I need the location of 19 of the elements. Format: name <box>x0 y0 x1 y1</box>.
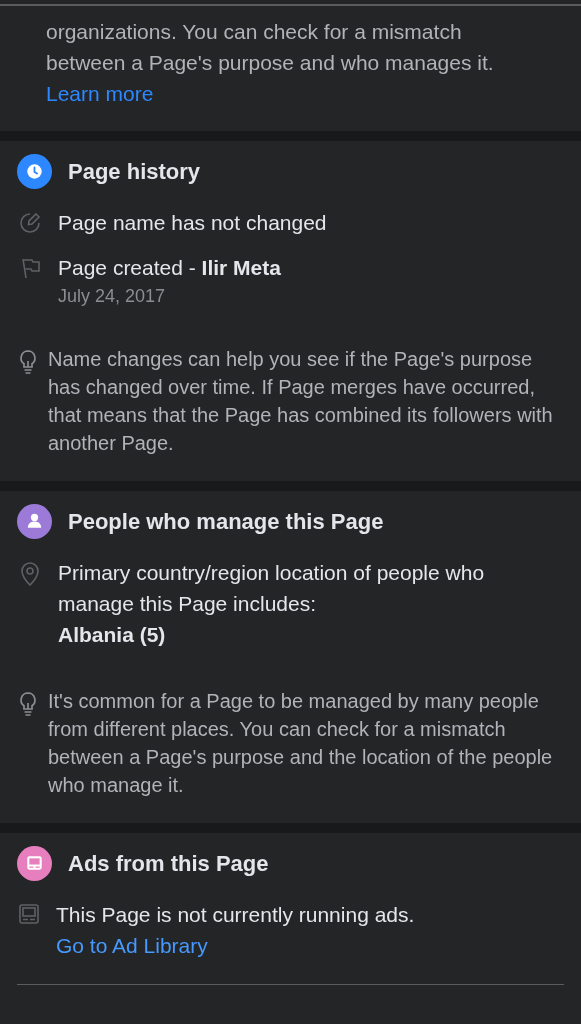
tip-text: It's common for a Page to be managed by many people from different places. You can check for a mismatch between a Page's purpose and the location of the people who manage it. <box>48 689 554 798</box>
info-text: Primary country/region location of people who manage this Page includes: <box>58 560 486 617</box>
section-title: People who manage this Page <box>68 508 384 536</box>
section-title: Ads from this Page <box>68 850 269 878</box>
lightbulb-icon <box>18 349 38 375</box>
monitor-icon <box>18 903 40 925</box>
pencil-icon <box>18 211 42 235</box>
lightbulb-icon <box>18 691 38 717</box>
info-text: This Page is not currently running ads. <box>56 902 415 928</box>
ad-library-link[interactable]: Go to Ad Library <box>56 930 415 962</box>
info-value: Albania (5) <box>58 622 167 648</box>
info-text: Page created - Ilir Meta <box>58 255 281 281</box>
section-title: Page history <box>68 158 201 186</box>
info-text: Page name has not changed <box>58 210 327 236</box>
learn-more-link[interactable]: Learn more <box>46 82 154 105</box>
location-pin-icon <box>18 561 42 587</box>
date-text: July 24, 2017 <box>58 285 167 308</box>
intro-text: organizations. You can check for a mismatch between a Page's purpose and who manages it. <box>46 19 495 76</box>
tip-text: Name changes can help you see if the Page's purpose has changed over time. If Page merges have occurred, that means that the Page has combined its followers with another Page. <box>48 347 554 456</box>
